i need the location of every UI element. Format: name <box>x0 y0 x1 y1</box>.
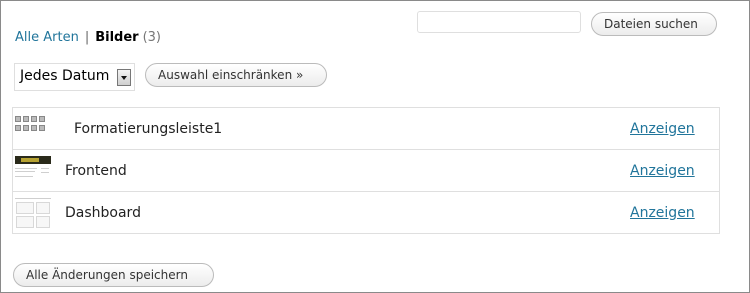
apply-filter-button[interactable]: Auswahl einschränken » <box>145 63 327 87</box>
show-media-link[interactable]: Anzeigen <box>630 121 695 137</box>
frontend-screenshot-thumbnail[interactable] <box>15 152 51 188</box>
media-row: Dashboard Anzeigen <box>13 192 719 234</box>
filter-separator: | <box>84 30 90 45</box>
filter-images-current: Bilder <box>95 30 139 45</box>
date-filter-select[interactable]: Jedes Datum <box>14 63 135 91</box>
media-title: Formatierungsleiste1 <box>74 121 223 137</box>
type-filter-links: Alle Arten | Bilder (3) <box>15 30 161 46</box>
media-list: Formatierungsleiste1 Anzeigen Frontend A… <box>12 107 720 234</box>
media-title: Dashboard <box>65 205 141 221</box>
chevron-down-icon[interactable] <box>117 69 131 86</box>
media-row: Frontend Anzeigen <box>13 150 719 192</box>
toolbar-screenshot-thumbnail[interactable] <box>15 110 51 146</box>
filter-all-types-link[interactable]: Alle Arten <box>15 30 79 45</box>
search-files-button[interactable]: Dateien suchen <box>591 12 717 36</box>
show-media-link[interactable]: Anzeigen <box>630 163 695 179</box>
save-all-changes-button[interactable]: Alle Änderungen speichern <box>13 263 214 287</box>
media-row: Formatierungsleiste1 Anzeigen <box>13 108 719 150</box>
date-filter-selected-value: Jedes Datum <box>20 68 110 84</box>
filter-images-count: (3) <box>142 30 161 45</box>
search-input[interactable] <box>417 11 581 33</box>
dashboard-screenshot-thumbnail[interactable] <box>15 194 51 230</box>
media-library-panel: Alle Arten | Bilder (3) Dateien suchen Jede… <box>0 0 750 293</box>
media-title: Frontend <box>65 163 127 179</box>
show-media-link[interactable]: Anzeigen <box>630 205 695 221</box>
